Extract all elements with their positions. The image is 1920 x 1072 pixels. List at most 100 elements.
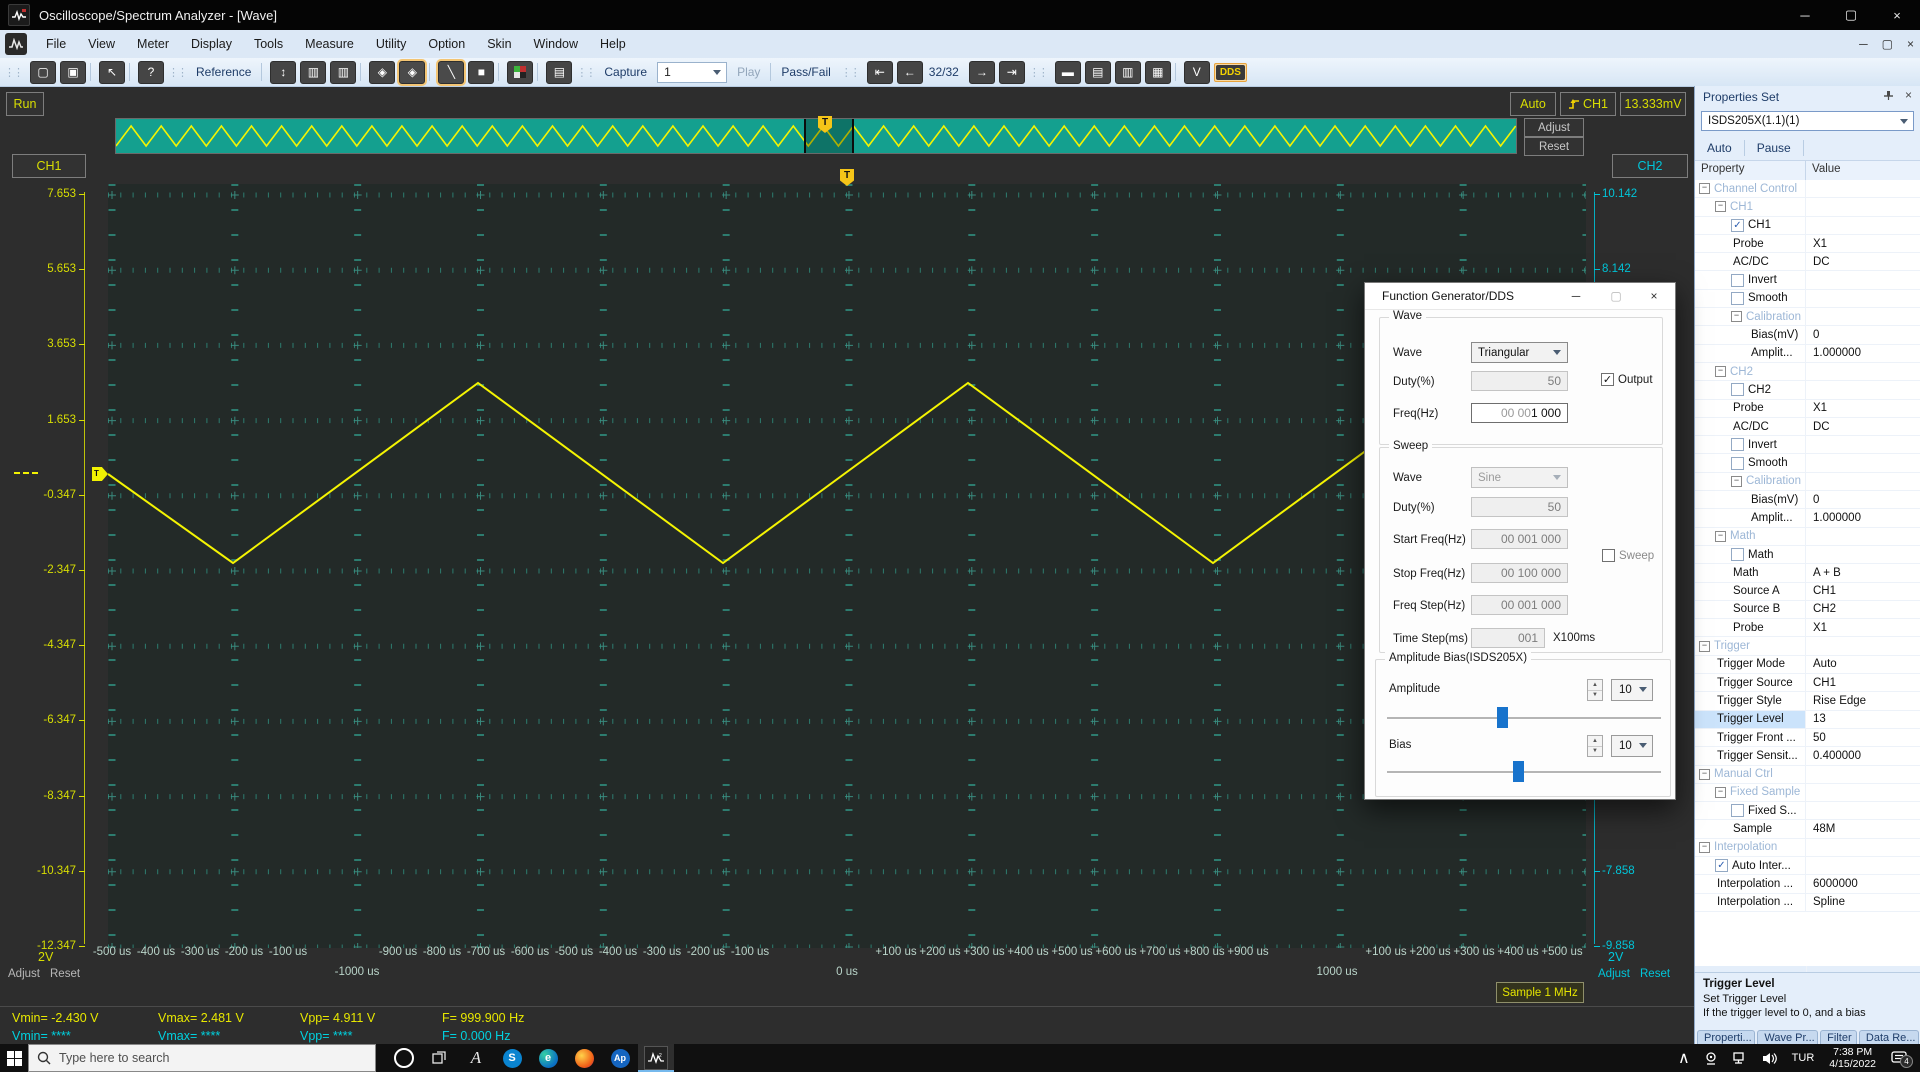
value-column-header[interactable]: Value xyxy=(1806,161,1841,180)
property-value[interactable] xyxy=(1806,473,1920,490)
view-vertical-icon[interactable]: ▥ xyxy=(1115,61,1141,84)
property-name[interactable]: Probe xyxy=(1695,235,1806,252)
collapse-icon[interactable]: − xyxy=(1715,366,1726,377)
property-row[interactable]: −Interpolation xyxy=(1695,839,1920,857)
persistence-icon[interactable]: ◈ xyxy=(369,61,395,84)
menu-item[interactable]: Help xyxy=(589,30,637,58)
property-value[interactable] xyxy=(1806,271,1920,288)
trigger-channel-button[interactable]: CH1 xyxy=(1560,92,1616,116)
property-value[interactable] xyxy=(1806,180,1920,197)
property-row[interactable]: Trigger ModeAuto xyxy=(1695,656,1920,674)
collapse-icon[interactable]: − xyxy=(1699,769,1710,780)
stop-freq-input[interactable]: 00 100 000 xyxy=(1471,563,1568,583)
language-indicator[interactable]: TUR xyxy=(1792,1052,1815,1064)
property-name[interactable]: Invert xyxy=(1695,436,1806,453)
open-file-icon[interactable]: ▢ xyxy=(30,61,56,84)
property-row[interactable]: ProbeX1 xyxy=(1695,619,1920,637)
property-value[interactable]: 48M xyxy=(1806,820,1920,837)
close-button[interactable]: × xyxy=(1874,0,1920,30)
property-name[interactable]: Trigger Source xyxy=(1695,674,1806,691)
collapse-icon[interactable]: − xyxy=(1715,201,1726,212)
menu-item[interactable]: Measure xyxy=(294,30,365,58)
collapse-icon[interactable]: − xyxy=(1715,787,1726,798)
dialog-title-bar[interactable]: Function Generator/DDS ─ ▢ × xyxy=(1365,283,1675,310)
property-row[interactable]: MathA + B xyxy=(1695,564,1920,582)
view-grid-icon[interactable]: ▦ xyxy=(1145,61,1171,84)
dds-button[interactable]: DDS xyxy=(1214,63,1247,82)
property-row[interactable]: Bias(mV)0 xyxy=(1695,491,1920,509)
taskbar-search[interactable]: Type here to search xyxy=(28,1044,376,1072)
property-row[interactable]: Invert xyxy=(1695,436,1920,454)
amplitude-slider-handle[interactable] xyxy=(1497,707,1508,728)
property-row[interactable]: Trigger Sensit...0.400000 xyxy=(1695,747,1920,765)
property-row[interactable]: Amplit...1.000000 xyxy=(1695,509,1920,527)
property-checkbox[interactable] xyxy=(1731,457,1744,470)
voltmeter-button[interactable]: V xyxy=(1184,61,1210,84)
properties-tool-button[interactable]: Pause xyxy=(1745,140,1804,156)
property-value[interactable] xyxy=(1806,784,1920,801)
panel-tab[interactable]: Wave Pr... xyxy=(1757,1030,1818,1044)
property-value[interactable]: 50 xyxy=(1806,729,1920,746)
property-value[interactable] xyxy=(1806,528,1920,545)
property-name[interactable]: ✓CH1 xyxy=(1695,217,1806,234)
bias-range-select[interactable]: 10 xyxy=(1611,735,1653,757)
property-name[interactable]: Invert xyxy=(1695,271,1806,288)
property-row[interactable]: Interpolation ...6000000 xyxy=(1695,875,1920,893)
property-row[interactable]: AC/DCDC xyxy=(1695,418,1920,436)
collapse-icon[interactable]: − xyxy=(1715,531,1726,542)
panel-tab[interactable]: Properti... xyxy=(1697,1030,1755,1044)
property-name[interactable]: Trigger Style xyxy=(1695,692,1806,709)
mdi-minimize-icon[interactable]: ─ xyxy=(1859,37,1868,51)
panel-close-icon[interactable]: × xyxy=(1905,88,1912,102)
property-value[interactable]: Auto xyxy=(1806,656,1920,673)
output-checkbox[interactable]: ✓ xyxy=(1601,373,1614,386)
property-grid[interactable]: −Channel Control−CH1✓CH1ProbeX1AC/DCDCIn… xyxy=(1695,180,1920,966)
property-name[interactable]: Smooth xyxy=(1695,290,1806,307)
panel-tab[interactable]: Data Re... xyxy=(1859,1030,1919,1044)
property-name[interactable]: Bias(mV) xyxy=(1695,326,1806,343)
property-value[interactable] xyxy=(1806,436,1920,453)
property-name[interactable]: Bias(mV) xyxy=(1695,491,1806,508)
property-name[interactable]: Interpolation ... xyxy=(1695,875,1806,892)
property-row[interactable]: Source BCH2 xyxy=(1695,601,1920,619)
function-generator-dialog[interactable]: Function Generator/DDS ─ ▢ × Wave Wave T… xyxy=(1364,282,1676,800)
property-value[interactable]: X1 xyxy=(1806,619,1920,636)
taskbar-opera-icon[interactable] xyxy=(386,1044,422,1072)
taskbar-pen-app-icon[interactable]: A xyxy=(458,1044,494,1072)
property-checkbox[interactable] xyxy=(1731,292,1744,305)
menu-item[interactable]: File xyxy=(35,30,77,58)
property-value[interactable]: DC xyxy=(1806,253,1920,270)
dialog-maximize-button[interactable]: ▢ xyxy=(1599,283,1633,309)
property-name[interactable]: Fixed S... xyxy=(1695,802,1806,819)
tray-network-icon[interactable] xyxy=(1733,1052,1748,1065)
spectrum-bars-icon[interactable]: ▥ xyxy=(300,61,326,84)
property-row[interactable]: Amplit...1.000000 xyxy=(1695,345,1920,363)
menu-item[interactable]: Option xyxy=(417,30,476,58)
collapse-icon[interactable]: − xyxy=(1731,476,1742,487)
spectrum-bars2-icon[interactable]: ▥ xyxy=(330,61,356,84)
taskbar-edge-icon[interactable]: e xyxy=(530,1044,566,1072)
property-value[interactable] xyxy=(1806,290,1920,307)
property-name[interactable]: Probe xyxy=(1695,619,1806,636)
property-name[interactable]: −Trigger xyxy=(1695,637,1806,654)
property-column-header[interactable]: Property xyxy=(1695,161,1806,180)
taskbar-firefox-icon[interactable] xyxy=(566,1044,602,1072)
property-value[interactable]: CH1 xyxy=(1806,583,1920,600)
menu-item[interactable]: Display xyxy=(180,30,243,58)
property-name[interactable]: Amplit... xyxy=(1695,509,1806,526)
property-name[interactable]: AC/DC xyxy=(1695,418,1806,435)
property-checkbox[interactable] xyxy=(1731,804,1744,817)
property-row[interactable]: CH2 xyxy=(1695,381,1920,399)
output-checkbox-row[interactable]: ✓ Output xyxy=(1601,373,1653,386)
property-value[interactable]: 1.000000 xyxy=(1806,345,1920,362)
persistence-active-icon[interactable]: ◈ xyxy=(399,61,425,84)
next-frame-icon[interactable]: → xyxy=(969,61,995,84)
property-value[interactable] xyxy=(1806,839,1920,856)
property-row[interactable]: Math xyxy=(1695,546,1920,564)
property-row[interactable]: Smooth xyxy=(1695,454,1920,472)
taskbar-skype-icon[interactable]: S xyxy=(494,1044,530,1072)
taskbar-clock[interactable]: 7:38 PM4/15/2022 xyxy=(1829,1046,1876,1070)
property-value[interactable]: X1 xyxy=(1806,400,1920,417)
property-row[interactable]: −Fixed Sample xyxy=(1695,784,1920,802)
minimize-button[interactable]: ─ xyxy=(1782,0,1828,30)
